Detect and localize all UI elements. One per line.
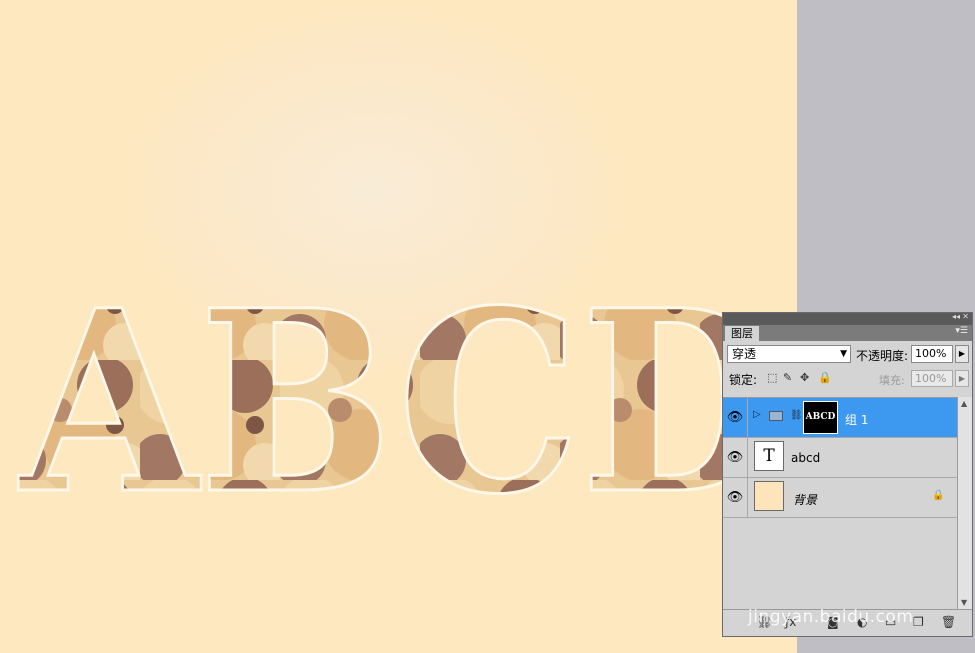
canvas-letters: ABCD (18, 255, 780, 549)
lock-transparency-icon[interactable]: ⬚ (767, 371, 777, 384)
lock-all-icon[interactable]: 🔒 (818, 371, 832, 384)
layers-scrollbar[interactable]: ▲ ▼ (957, 397, 972, 609)
dropdown-arrow-icon: ▼ (840, 349, 847, 359)
layer-name[interactable]: 背景 (793, 491, 817, 508)
blend-mode-value: 穿透 (732, 347, 757, 361)
trash-icon[interactable]: 🗑 (941, 615, 956, 629)
eye-icon[interactable]: 👁 (723, 438, 748, 477)
abcd-cookie-text: ABCD (17, 254, 782, 551)
opacity-input[interactable]: 100% (911, 345, 953, 363)
layers-list: 👁 ▷ ⛓ ABCD 组 1 👁 T abcd 👁 背景 🔒 (723, 397, 957, 610)
panel-tab-row: 图层 ▾☰ (723, 325, 972, 341)
blend-mode-select[interactable]: 穿透 ▼ (727, 345, 851, 363)
fill-input[interactable]: 100% (911, 370, 953, 387)
opacity-label: 不透明度: (856, 349, 909, 363)
panel-header[interactable]: ◂◂ ✕ (723, 313, 972, 325)
new-layer-icon[interactable]: ❐ (913, 615, 924, 629)
layer-row-background[interactable]: 👁 背景 🔒 (723, 478, 957, 518)
panel-menu-icon[interactable]: ▾☰ (955, 326, 968, 336)
layer-name[interactable]: 组 1 (845, 411, 868, 428)
lock-position-icon[interactable]: ✥ (800, 371, 809, 384)
folder-icon (769, 411, 783, 421)
layer-name[interactable]: abcd (791, 451, 820, 465)
eye-icon[interactable]: 👁 (723, 478, 748, 517)
watermark: jingyan.baidu.com (748, 607, 914, 627)
lock-pixels-icon[interactable]: ✎ (783, 371, 792, 384)
layer-mask-thumbnail[interactable]: ABCD (803, 401, 838, 434)
close-panel-icon[interactable]: ✕ (962, 313, 969, 321)
lock-icon: 🔒 (932, 490, 945, 501)
collapse-panel-icon[interactable]: ◂◂ (952, 313, 960, 321)
opacity-slider-button[interactable]: ▶ (955, 345, 969, 363)
scroll-up-icon[interactable]: ▲ (961, 399, 967, 408)
scroll-down-icon[interactable]: ▼ (961, 598, 967, 607)
link-icon[interactable]: ⛓ (790, 410, 803, 421)
expand-triangle-icon[interactable]: ▷ (753, 409, 761, 420)
fill-slider-button[interactable]: ▶ (955, 370, 969, 387)
layers-panel: ◂◂ ✕ 图层 ▾☰ 穿透 ▼ 不透明度: 100% ▶ 锁定: ⬚ ✎ ✥ 🔒… (722, 312, 973, 637)
blend-row: 穿透 ▼ 不透明度: 100% ▶ (723, 341, 972, 367)
lock-row: 锁定: ⬚ ✎ ✥ 🔒 填充: 100% ▶ (723, 367, 972, 389)
lock-label: 锁定: (729, 373, 758, 387)
document-canvas[interactable]: ABCD (0, 0, 797, 653)
layer-row-text[interactable]: 👁 T abcd (723, 438, 957, 478)
layer-row-group[interactable]: 👁 ▷ ⛓ ABCD 组 1 (723, 398, 957, 438)
text-layer-thumbnail[interactable]: T (754, 441, 784, 471)
fill-label: 填充: (879, 374, 905, 387)
eye-icon[interactable]: 👁 (723, 398, 748, 437)
tab-layers[interactable]: 图层 (725, 326, 759, 341)
background-thumbnail[interactable] (754, 481, 784, 511)
